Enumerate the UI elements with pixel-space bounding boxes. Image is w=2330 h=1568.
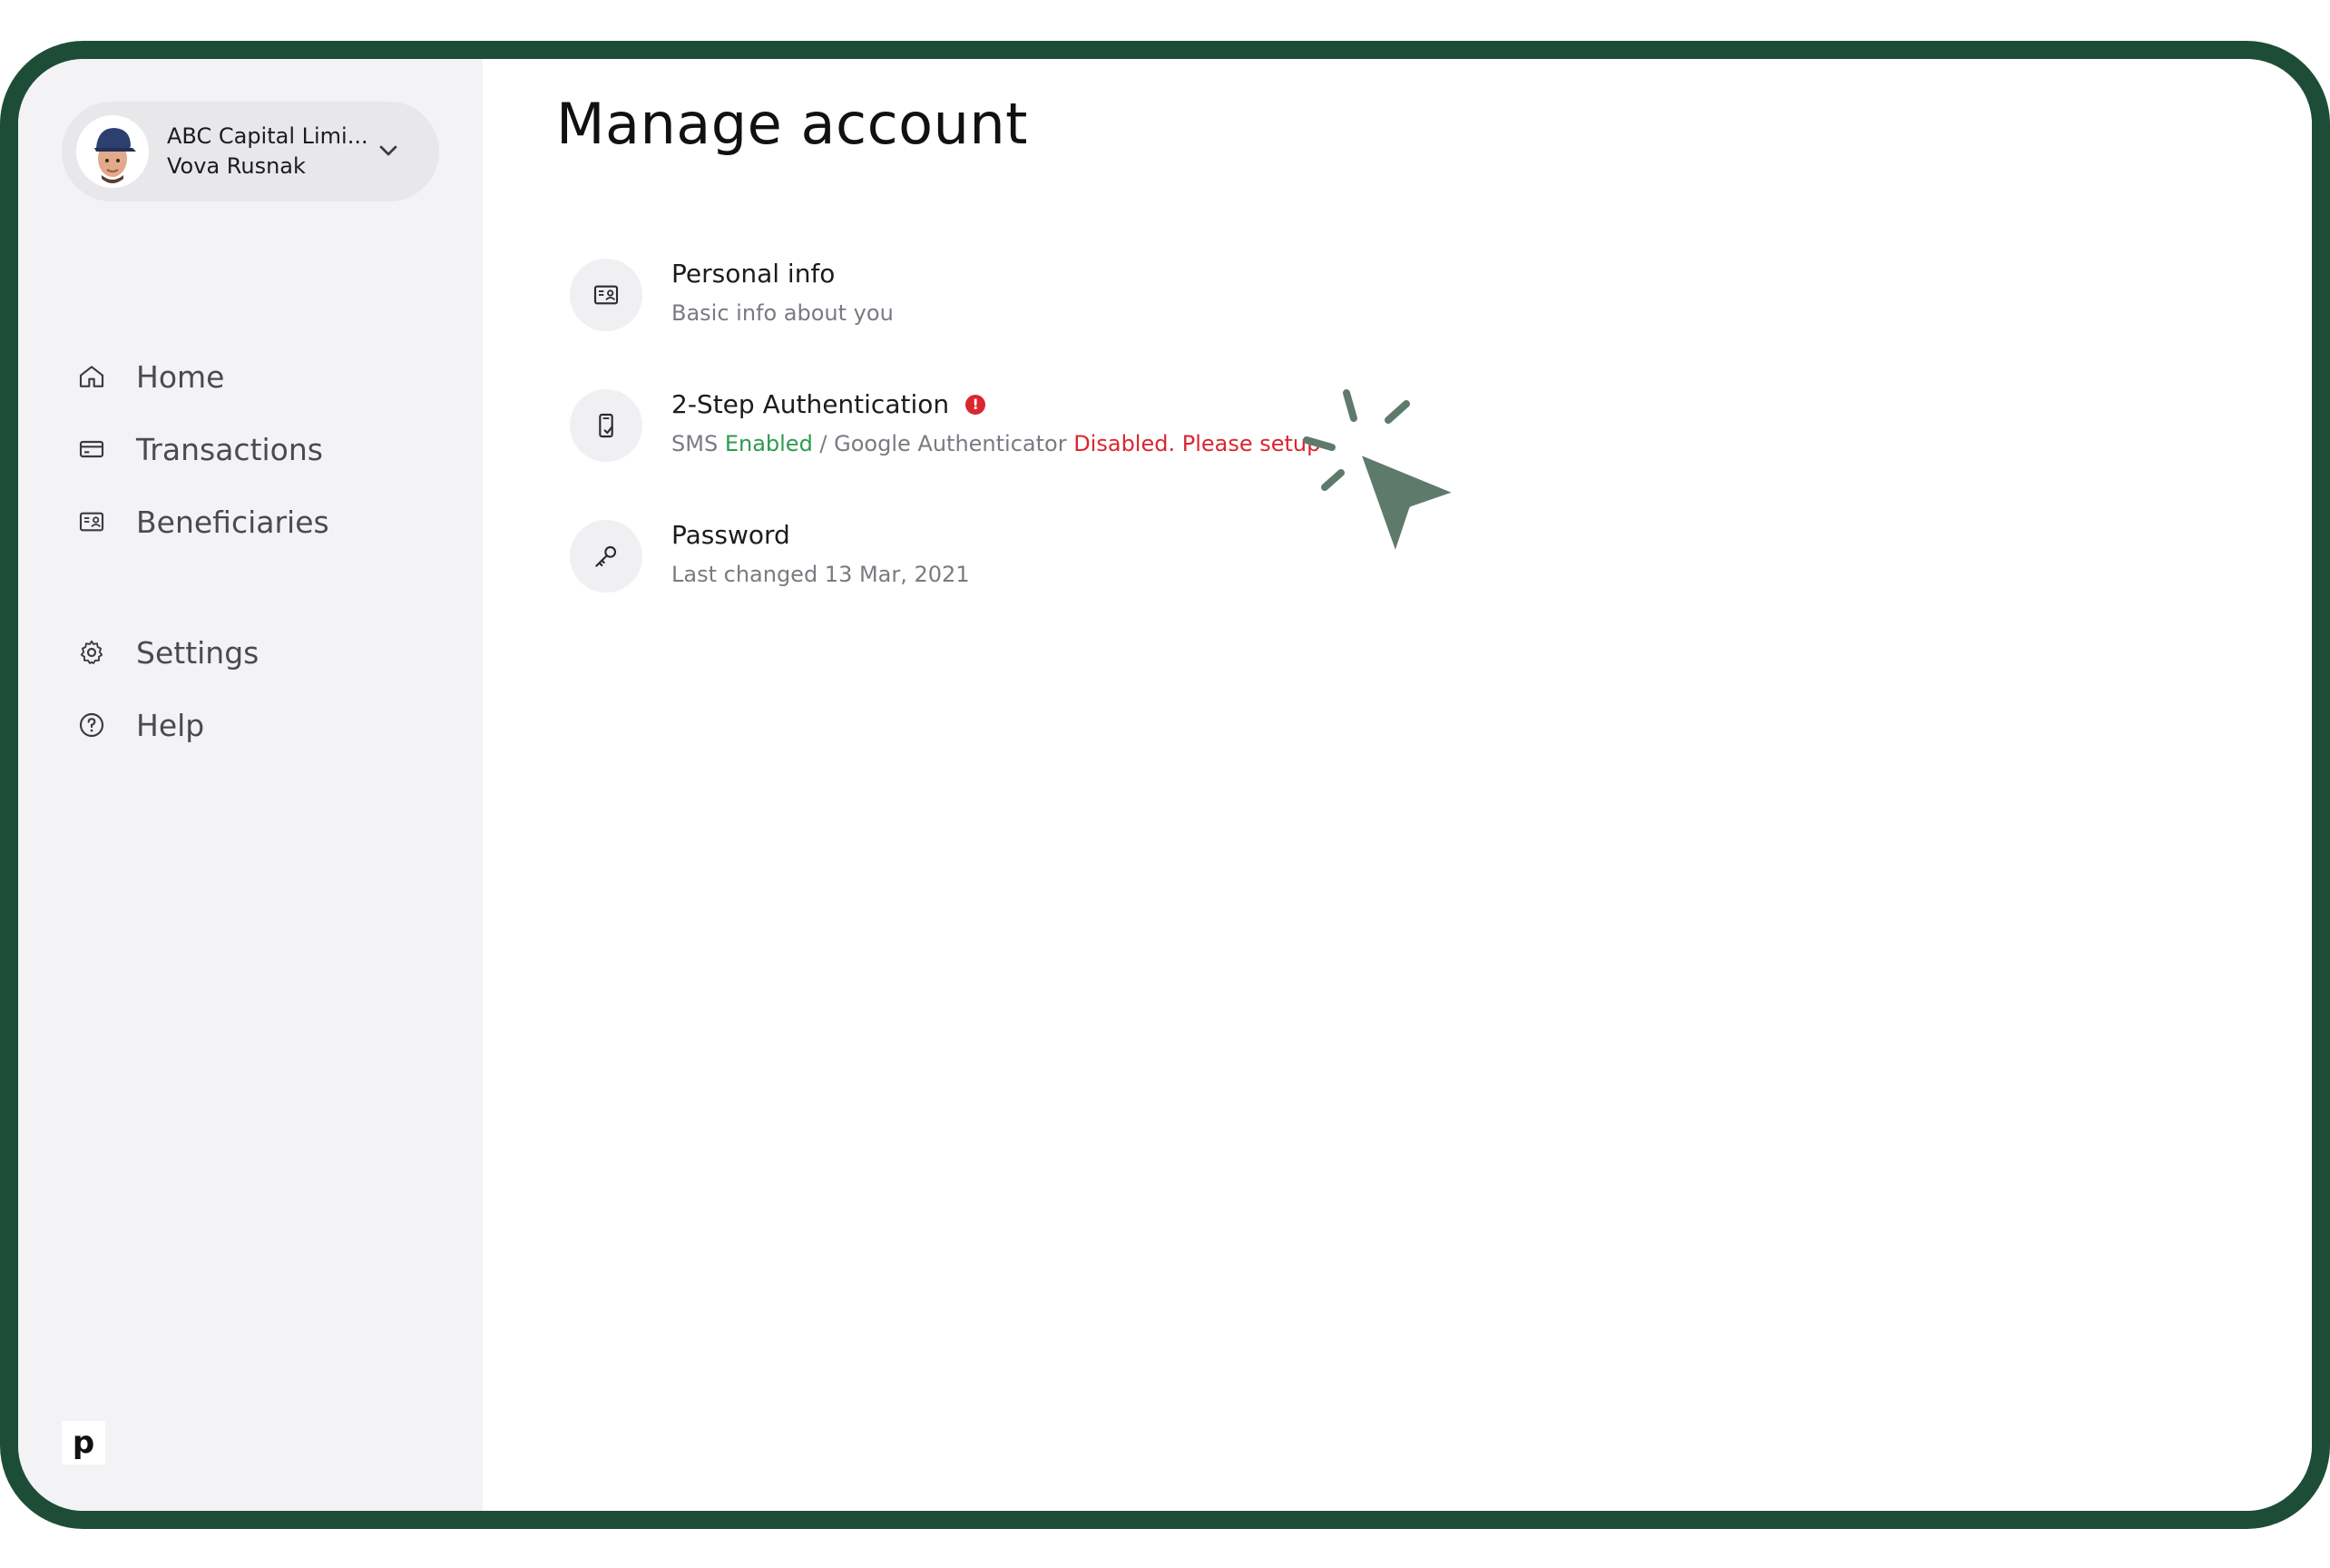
phone-check-icon [599, 413, 613, 438]
alert-icon: ! [965, 394, 986, 415]
ga-label: / Google Authenticator [812, 431, 1074, 456]
two-step-auth-item[interactable]: 2-Step Authentication ! SMS Enabled / Go… [570, 389, 1659, 471]
gear-icon [76, 637, 107, 668]
chevron-down-icon [379, 145, 397, 156]
help-circle-icon [76, 710, 107, 740]
sidebar-item-label: Transactions [136, 431, 323, 467]
icon-circle [570, 520, 642, 593]
key-icon [595, 545, 617, 567]
sidebar-item-label: Help [136, 707, 205, 743]
personal-info-subtitle: Basic info about you [671, 300, 894, 326]
sidebar: ABC Capital Limi... Vova Rusnak Home Tra… [18, 59, 483, 1511]
sidebar-item-label: Beneficiaries [136, 504, 329, 540]
main-content: Manage account Personal info Basic info … [483, 59, 2312, 1511]
password-subtitle: Last changed 13 Mar, 2021 [671, 562, 970, 587]
brand-logo: p [62, 1421, 105, 1465]
personal-info-item[interactable]: Personal info Basic info about you [570, 259, 1659, 340]
icon-circle [570, 389, 642, 462]
account-switcher[interactable]: ABC Capital Limi... Vova Rusnak [62, 102, 439, 201]
account-user: Vova Rusnak [167, 153, 306, 179]
contact-card-icon [76, 506, 107, 537]
page-title: Manage account [556, 91, 1028, 157]
icon-circle [570, 259, 642, 331]
sidebar-item-label: Settings [136, 634, 259, 671]
sidebar-item-home[interactable]: Home [76, 349, 439, 404]
sms-label: SMS [671, 431, 725, 456]
two-step-auth-title: 2-Step Authentication [671, 389, 950, 419]
app-window: ABC Capital Limi... Vova Rusnak Home Tra… [0, 41, 2330, 1529]
sidebar-item-settings[interactable]: Settings [76, 625, 439, 680]
sms-status: Enabled [724, 431, 813, 456]
account-company: ABC Capital Limi... [167, 123, 367, 149]
password-title: Password [671, 520, 790, 550]
item-title: Password [671, 520, 790, 550]
sidebar-item-transactions[interactable]: Transactions [76, 422, 439, 476]
card-icon [76, 434, 107, 465]
avatar-image [76, 115, 149, 188]
sidebar-item-help[interactable]: Help [76, 698, 439, 752]
item-title: 2-Step Authentication ! [671, 389, 986, 419]
two-step-auth-subtitle: SMS Enabled / Google Authenticator Disab… [671, 431, 1320, 456]
account-text: ABC Capital Limi... Vova Rusnak [167, 122, 367, 181]
sidebar-item-label: Home [136, 358, 225, 395]
password-item[interactable]: Password Last changed 13 Mar, 2021 [570, 520, 1659, 602]
home-icon [76, 361, 107, 392]
item-title: Personal info [671, 259, 835, 289]
avatar [76, 115, 149, 188]
personal-info-title: Personal info [671, 259, 836, 289]
contact-card-icon [593, 285, 619, 305]
sidebar-item-beneficiaries[interactable]: Beneficiaries [76, 495, 439, 549]
ga-status-link[interactable]: Disabled. Please setup [1073, 431, 1320, 456]
